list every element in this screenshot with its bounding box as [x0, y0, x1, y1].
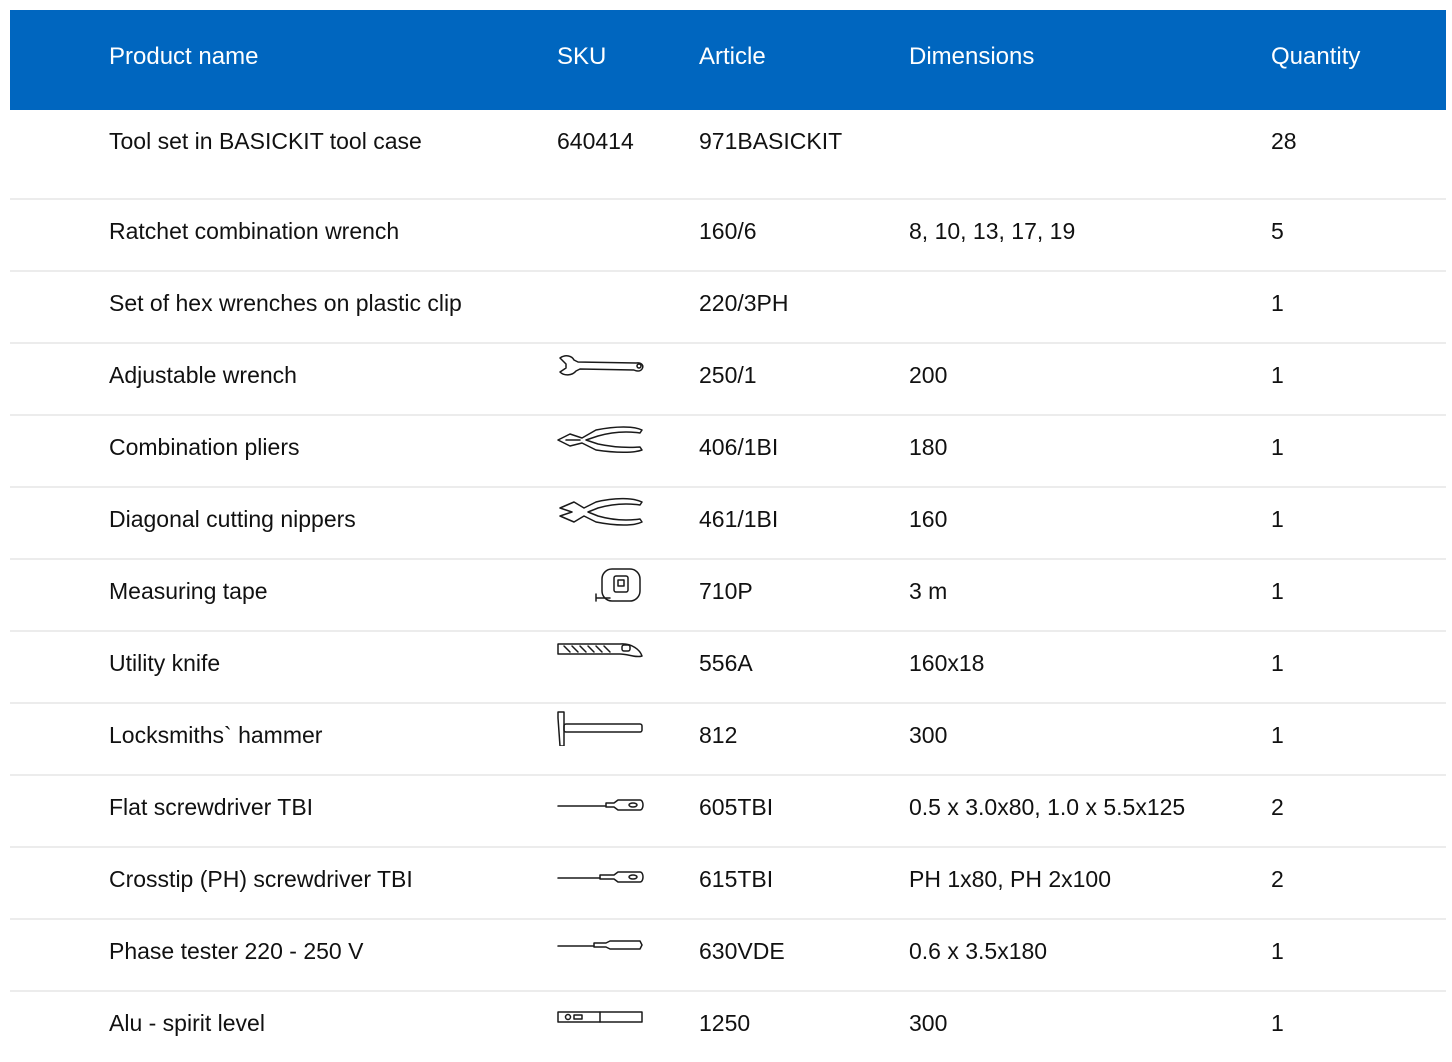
article-cell: 812	[699, 722, 738, 748]
product-name-cell: Combination pliers	[109, 434, 300, 460]
article-cell: 630VDE	[699, 938, 785, 964]
dimensions-cell: 3 m	[909, 578, 948, 604]
crosstip-screwdriver-icon	[556, 854, 644, 890]
table-row: Alu - spirit level 1250 300 1	[10, 992, 1446, 1062]
product-name-cell: Utility knife	[109, 650, 221, 676]
header-dimensions: Dimensions	[909, 43, 1035, 70]
article-cell: 250/1	[699, 362, 757, 388]
quantity-cell: 1	[1271, 938, 1284, 964]
measuring-tape-icon	[556, 566, 644, 602]
product-name-cell: Tool set in BASICKIT tool case	[109, 128, 422, 154]
article-cell: 605TBI	[699, 794, 774, 820]
quantity-cell: 1	[1271, 362, 1284, 388]
table-row: Measuring tape 710P 3 m 1	[10, 560, 1446, 632]
product-name-cell: Measuring tape	[109, 578, 268, 604]
product-name-cell: Flat screwdriver TBI	[109, 794, 314, 820]
sku-cell: 640414	[557, 128, 634, 154]
header-product-name: Product name	[109, 43, 259, 70]
article-cell: 160/6	[699, 218, 757, 244]
quantity-cell: 28	[1271, 128, 1297, 154]
quantity-cell: 1	[1271, 650, 1284, 676]
quantity-cell: 2	[1271, 866, 1284, 892]
product-name-cell: Ratchet combination wrench	[109, 218, 400, 244]
table-row: Adjustable wrench 250/1 200 1	[10, 344, 1446, 416]
dimensions-cell: 160x18	[909, 650, 985, 676]
dimensions-cell: 8, 10, 13, 17, 19	[909, 218, 1076, 244]
article-cell: 220/3PH	[699, 290, 789, 316]
product-name-cell: Diagonal cutting nippers	[109, 506, 356, 532]
table-row: Phase tester 220 - 250 V 630VDE 0.6 x 3.5x…	[10, 920, 1446, 992]
table-body: Tool set in BASICKIT tool case 640414 971B…	[10, 110, 1446, 1062]
header-quantity: Quantity	[1271, 43, 1361, 70]
article-cell: 1250	[699, 1010, 751, 1036]
product-name-cell: Locksmiths` hammer	[109, 722, 323, 748]
utility-knife-icon	[556, 638, 644, 674]
dimensions-cell: PH 1x80, PH 2x100	[909, 866, 1112, 892]
dimensions-cell: 300	[909, 722, 948, 748]
table-row: Utility knife 556A 160x18 1	[10, 632, 1446, 704]
flat-screwdriver-icon	[556, 782, 644, 818]
table-row: Locksmiths` hammer 812 300 1	[10, 704, 1446, 776]
quantity-cell: 1	[1271, 290, 1284, 316]
product-name-cell: Alu - spirit level	[109, 1010, 265, 1036]
dimensions-cell: 0.5 x 3.0x80, 1.0 x 5.5x125	[909, 794, 1186, 820]
diagonal-nippers-icon	[556, 494, 644, 530]
quantity-cell: 5	[1271, 218, 1284, 244]
quantity-cell: 2	[1271, 794, 1284, 820]
phase-tester-icon	[556, 926, 644, 962]
table-row: Flat screwdriver TBI 605TBI 0.5 x 3.0x80, …	[10, 776, 1446, 848]
dimensions-cell: 180	[909, 434, 948, 460]
table-row: Tool set in BASICKIT tool case 640414 971B…	[10, 110, 1446, 200]
dimensions-cell: 300	[909, 1010, 948, 1036]
quantity-cell: 1	[1271, 434, 1284, 460]
article-cell: 406/1BI	[699, 434, 779, 460]
article-cell: 556A	[699, 650, 753, 676]
table-row: Ratchet combination wrench 160/6 8, 10, 13…	[10, 200, 1446, 272]
quantity-cell: 1	[1271, 578, 1284, 604]
article-cell: 615TBI	[699, 866, 774, 892]
table-row: Combination pliers 406/1BI 180 1	[10, 416, 1446, 488]
dimensions-cell: 160	[909, 506, 948, 532]
quantity-cell: 1	[1271, 722, 1284, 748]
table-row: Crosstip (PH) screwdriver TBI 615TBI PH 1x…	[10, 848, 1446, 920]
dimensions-cell: 0.6 x 3.5x180	[909, 938, 1048, 964]
product-table: Product name SKU Article Dimensions Quan…	[10, 10, 1446, 1062]
product-name-cell: Set of hex wrenches on plastic clip	[109, 290, 462, 316]
product-name-cell: Adjustable wrench	[109, 362, 297, 388]
hammer-icon	[556, 710, 644, 746]
header-sku: SKU	[557, 43, 607, 70]
article-cell: 461/1BI	[699, 506, 779, 532]
adjustable-wrench-icon	[556, 350, 644, 386]
header-article: Article	[699, 43, 766, 70]
product-name-cell: Crosstip (PH) screwdriver TBI	[109, 866, 413, 892]
combination-pliers-icon	[556, 422, 644, 458]
table-row: Set of hex wrenches on plastic clip 220/3…	[10, 272, 1446, 344]
article-cell: 710P	[699, 578, 753, 604]
article-cell: 971BASICKIT	[699, 128, 843, 154]
table-header: Product name SKU Article Dimensions Quan…	[10, 10, 1446, 110]
quantity-cell: 1	[1271, 506, 1284, 532]
table-row: Diagonal cutting nippers 461/1BI 160 1	[10, 488, 1446, 560]
quantity-cell: 1	[1271, 1010, 1284, 1036]
product-name-cell: Phase tester 220 - 250 V	[109, 938, 364, 964]
dimensions-cell: 200	[909, 362, 948, 388]
